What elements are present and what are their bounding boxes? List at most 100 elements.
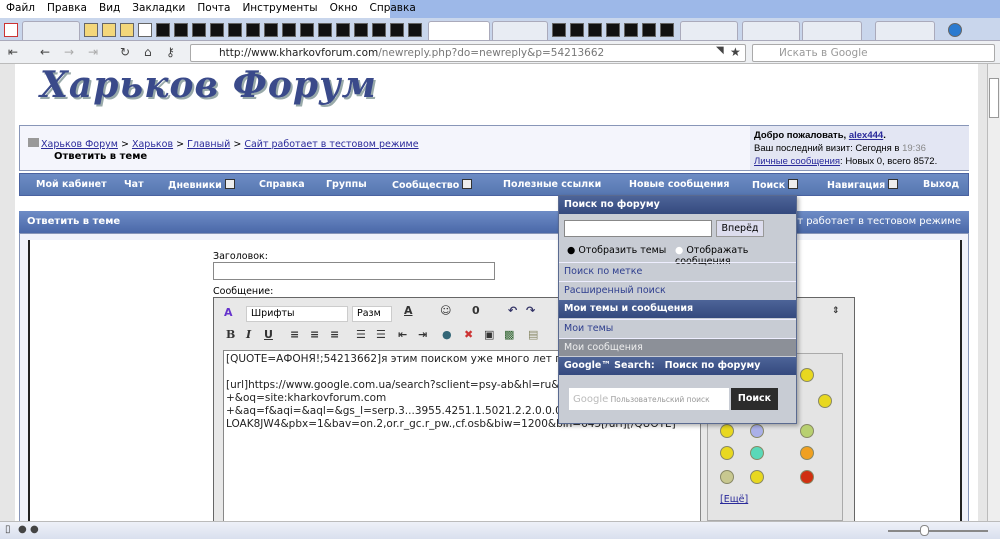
pinned-tab-icon[interactable] [336, 23, 350, 37]
active-tab[interactable] [428, 21, 490, 40]
pinned-tab-icon[interactable] [390, 23, 404, 37]
quote-icon[interactable]: ▤ [528, 328, 538, 341]
advanced-search-link[interactable]: Расширенный поиск [559, 281, 796, 299]
reload-icon[interactable]: ↻ [120, 45, 130, 59]
bold-icon[interactable]: B [226, 328, 235, 341]
tab[interactable] [492, 21, 548, 40]
menu-view[interactable]: Вид [93, 0, 126, 16]
panel-icon[interactable]: ▯ [5, 524, 11, 535]
url-input[interactable]: http://www.kharkovforum.com/newreply.php… [190, 44, 746, 62]
menu-file[interactable]: Файл [0, 0, 41, 16]
tab-icon[interactable] [120, 23, 134, 37]
pinned-tab-icon[interactable] [192, 23, 206, 37]
tab-icon[interactable] [138, 23, 152, 37]
underline-icon[interactable]: U [264, 328, 273, 341]
pinned-tab-icon[interactable] [282, 23, 296, 37]
tab[interactable] [802, 21, 862, 40]
menu-tools[interactable]: Инструменты [236, 0, 323, 16]
smiley-icon[interactable] [720, 470, 734, 484]
rss-icon[interactable]: ◥ [716, 45, 724, 56]
size-select[interactable]: Разм [352, 306, 392, 322]
tab-icon[interactable] [84, 23, 98, 37]
unordered-list-icon[interactable]: ☰ [376, 328, 386, 341]
zoom-slider-handle[interactable] [920, 525, 929, 536]
attach-icon[interactable]: 0 [472, 304, 480, 317]
pinned-tab-icon[interactable] [318, 23, 332, 37]
pinned-tab-icon[interactable] [570, 23, 584, 37]
nav-new-posts[interactable]: Новые сообщения [629, 179, 729, 190]
key-icon[interactable]: ⚷ [166, 45, 175, 59]
pinned-tab-icon[interactable] [660, 23, 674, 37]
pinned-tab-icon[interactable] [300, 23, 314, 37]
zoom-slider[interactable] [888, 530, 988, 532]
smiley-icon[interactable] [800, 446, 814, 460]
smiley-icon[interactable] [818, 394, 832, 408]
pinned-tab-icon[interactable] [372, 23, 386, 37]
pinned-tab-icon[interactable] [552, 23, 566, 37]
nav-navigation[interactable]: Навигация [827, 179, 899, 191]
smiley-icon[interactable] [800, 470, 814, 484]
menu-help[interactable]: Справка [364, 0, 422, 16]
bookmark-star-icon[interactable]: ★ [730, 45, 741, 59]
nav-search[interactable]: Поиск [752, 179, 799, 191]
crumb-link[interactable]: Сайт работает в тестовом режиме [244, 139, 418, 150]
unlink-icon[interactable]: ✖ [464, 328, 473, 341]
indent-icon[interactable]: ⇥ [418, 328, 427, 341]
forward-icon[interactable]: → [64, 45, 74, 59]
crumb-link[interactable]: Харьков [132, 139, 173, 150]
align-left-icon[interactable]: ≡ [290, 328, 299, 341]
user-link[interactable]: alex444 [849, 130, 883, 141]
pinned-tab-icon[interactable] [624, 23, 638, 37]
google-search-input[interactable]: Google Пользовательский поиск [569, 388, 729, 410]
menu-edit[interactable]: Правка [41, 0, 93, 16]
tab-icon[interactable] [102, 23, 116, 37]
back-icon[interactable]: ← [40, 45, 50, 59]
nav-chat[interactable]: Чат [124, 179, 144, 190]
pinned-tab-icon[interactable] [246, 23, 260, 37]
redo-icon[interactable]: ↷ [526, 304, 535, 317]
k-icon[interactable] [4, 23, 18, 37]
nav-diaries[interactable]: Дневники [168, 179, 235, 191]
menu-mail[interactable]: Почта [191, 0, 236, 16]
lock-icon[interactable]: ● [30, 524, 39, 535]
ordered-list-icon[interactable]: ☰ [356, 328, 366, 341]
smiley-icon[interactable] [750, 424, 764, 438]
pinned-tab-icon[interactable] [210, 23, 224, 37]
tab[interactable] [742, 21, 800, 40]
pinned-tab-icon[interactable] [354, 23, 368, 37]
italic-icon[interactable]: I [246, 328, 251, 341]
smiley-icon[interactable] [750, 446, 764, 460]
smiley-icon[interactable] [720, 424, 734, 438]
back-history-icon[interactable]: ⇤ [8, 45, 18, 59]
nav-groups[interactable]: Группы [326, 179, 367, 190]
pm-link[interactable]: Личные сообщения [754, 156, 840, 167]
radio-show-threads[interactable]: ● Отобразить темы [567, 245, 666, 256]
align-right-icon[interactable]: ≡ [330, 328, 339, 341]
image-icon[interactable]: ▩ [504, 328, 514, 341]
tab[interactable] [680, 21, 738, 40]
crumb-link[interactable]: Главный [187, 139, 230, 150]
smiley-icon[interactable] [750, 470, 764, 484]
nav-help[interactable]: Справка [259, 179, 305, 190]
smiley-icon[interactable] [800, 368, 814, 382]
go-button[interactable]: Вперёд [716, 220, 764, 237]
smiley-icon[interactable]: ☺ [440, 304, 451, 317]
remove-format-icon[interactable]: A [224, 306, 233, 319]
align-center-icon[interactable]: ≡ [310, 328, 319, 341]
my-posts-link[interactable]: Мои сообщения [559, 338, 796, 356]
pinned-tab-icon[interactable] [588, 23, 602, 37]
my-threads-link[interactable]: Мои темы [559, 319, 796, 337]
tab[interactable] [875, 21, 935, 40]
undo-icon[interactable]: ↶ [508, 304, 517, 317]
font-select[interactable]: Шрифты [246, 306, 348, 322]
text-color-icon[interactable]: A [404, 304, 413, 317]
drop-icon[interactable]: ● [18, 524, 27, 535]
pinned-tab-icon[interactable] [174, 23, 188, 37]
pinned-tab-icon[interactable] [642, 23, 656, 37]
nav-my-cabinet[interactable]: Мой кабинет [36, 179, 107, 190]
nav-useful-links[interactable]: Полезные ссылки [503, 179, 601, 190]
tab[interactable] [22, 21, 80, 40]
pinned-tab-icon[interactable] [606, 23, 620, 37]
pinned-tab-icon[interactable] [408, 23, 422, 37]
pinned-tab-icon[interactable] [228, 23, 242, 37]
